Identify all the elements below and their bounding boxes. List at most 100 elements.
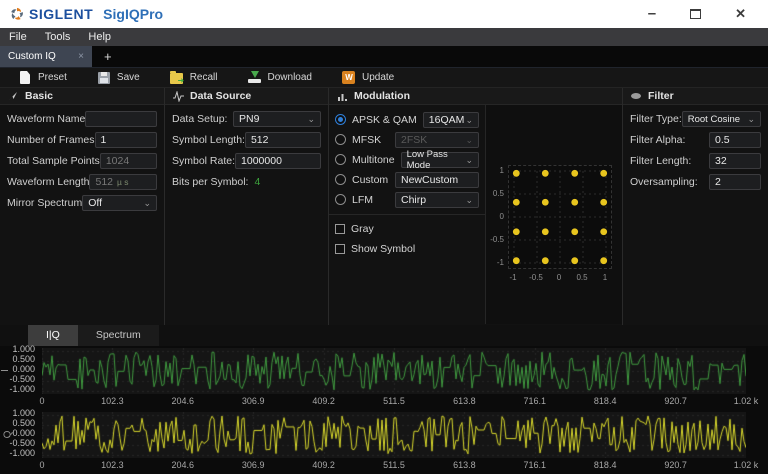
y-tick-label: 0.000 — [0, 364, 35, 374]
x-tick-label: 613.8 — [439, 396, 489, 406]
lfm-radio[interactable] — [335, 194, 346, 205]
y-tick-label: 1 — [488, 166, 504, 175]
document-icon — [18, 71, 32, 85]
constellation-axes — [508, 165, 612, 269]
menu-tools[interactable]: Tools — [36, 31, 80, 43]
y-tick-label: 0.500 — [0, 418, 35, 428]
x-tick-label: 613.8 — [439, 460, 489, 470]
chevron-down-icon: ⌄ — [747, 115, 755, 123]
y-tick-label: 0.500 — [0, 354, 35, 364]
waveform-name-input[interactable] — [85, 111, 157, 127]
mfsk-radio[interactable] — [335, 134, 346, 145]
save-button[interactable]: Save — [97, 71, 140, 85]
y-tick-label: 0.000 — [0, 428, 35, 438]
x-tick-label: 102.3 — [87, 460, 137, 470]
number-of-frames-input[interactable]: 1 — [95, 132, 157, 148]
custom-radio[interactable] — [335, 174, 346, 185]
add-tab-button[interactable]: + — [92, 46, 124, 67]
x-tick-label: 0 — [17, 460, 67, 470]
filter-length-input[interactable]: 32 — [709, 153, 761, 169]
apsk-qam-dropdown[interactable]: 16QAM ⌄ — [423, 112, 479, 128]
brand-name: SIGLENT — [29, 6, 93, 22]
x-tick-label: 409.2 — [299, 396, 349, 406]
floppy-disk-icon — [97, 71, 111, 85]
custom-name-input[interactable]: NewCustom — [395, 172, 479, 188]
chevron-down-icon: ⌄ — [143, 199, 151, 207]
data-setup-dropdown[interactable]: PN9 ⌄ — [233, 111, 321, 127]
lfm-dropdown[interactable]: Chirp ⌄ — [395, 192, 479, 208]
y-tick-label: -0.5 — [488, 235, 504, 244]
maximize-button[interactable] — [690, 9, 701, 19]
constellation-dot — [542, 170, 549, 177]
multitone-dropdown[interactable]: Low Pass Mode ⌄ — [401, 152, 479, 168]
constellation-dot — [513, 199, 520, 206]
multitone-radio[interactable] — [335, 154, 346, 165]
minimize-button[interactable]: – — [648, 9, 656, 19]
constellation-dot — [571, 257, 578, 264]
preset-button[interactable]: Preset — [18, 71, 67, 85]
constellation-dot — [571, 199, 578, 206]
constellation-dot — [542, 228, 549, 235]
title-bar: SIGLENT SigIQPro – ✕ — [0, 0, 768, 28]
constellation-dot — [600, 228, 607, 235]
menu-help[interactable]: Help — [79, 31, 120, 43]
constellation-dot — [513, 170, 520, 177]
number-of-frames-row: Number of Frames 1 — [0, 131, 164, 149]
filter-type-row: Filter Type: Root Cosine ⌄ — [623, 110, 768, 128]
update-icon: W — [342, 71, 356, 85]
basic-panel: Basic Waveform Name Number of Frames 1 T… — [0, 88, 165, 325]
mirror-spectrum-dropdown[interactable]: Off ⌄ — [82, 195, 157, 211]
symbol-length-input[interactable]: 512 — [245, 132, 321, 148]
i-waveform-plot: I 1.0000.5000.000-0.500-1.000 0102.3204.… — [0, 347, 768, 410]
symbol-rate-row: Symbol Rate: 1000000 — [165, 152, 328, 170]
filter-length-row: Filter Length: 32 — [623, 152, 768, 170]
x-tick-label: 1.02 k — [721, 396, 768, 406]
close-button[interactable]: ✕ — [735, 6, 746, 22]
menu-file[interactable]: File — [0, 31, 36, 43]
toolbar: Preset Save Recall Download W Update — [0, 68, 768, 88]
oversampling-input[interactable]: 2 — [709, 174, 761, 190]
mfsk-dropdown: 2FSK ⌄ — [395, 132, 479, 148]
filter-alpha-input[interactable]: 0.5 — [709, 132, 761, 148]
x-tick-label: 204.6 — [158, 396, 208, 406]
q-x-axis: 0102.3204.6306.9409.2511.5613.8716.1818.… — [0, 459, 768, 472]
bar-chart-icon — [336, 90, 348, 102]
panel-title: Data Source — [190, 90, 251, 102]
filter-panel-header: Filter — [623, 88, 768, 105]
constellation-dot — [513, 228, 520, 235]
y-tick-label: -0.500 — [0, 374, 35, 384]
tab-close-icon[interactable]: × — [78, 51, 84, 62]
x-tick-label: 716.1 — [510, 396, 560, 406]
i-waveform-canvas — [42, 348, 746, 394]
data-source-panel: Data Source Data Setup: PN9 ⌄ Symbol Len… — [165, 88, 329, 325]
x-tick-label: 409.2 — [299, 460, 349, 470]
folder-icon — [170, 71, 184, 85]
symbol-rate-input[interactable]: 1000000 — [235, 153, 321, 169]
microseconds-unit: µ s — [117, 177, 129, 187]
settings-panels: Basic Waveform Name Number of Frames 1 T… — [0, 88, 768, 325]
siglent-logo-icon — [10, 7, 24, 21]
bits-per-symbol-value: 4 — [248, 176, 321, 188]
show-symbol-checkbox[interactable] — [335, 244, 345, 254]
y-tick-label: 1.000 — [0, 408, 35, 418]
panel-title: Modulation — [354, 90, 410, 102]
gray-checkbox[interactable] — [335, 224, 345, 234]
divider — [329, 214, 485, 215]
modulation-panel-header: Modulation — [329, 88, 622, 105]
chevron-down-icon: ⌄ — [465, 156, 473, 164]
tab-custom-iq[interactable]: Custom IQ × — [0, 46, 92, 67]
bits-per-symbol-row: Bits per Symbol: 4 — [165, 173, 328, 191]
constellation-plot: 10.50-0.5-1 -1-0.500.51 — [486, 105, 622, 324]
tab-spectrum[interactable]: Spectrum — [78, 325, 159, 346]
x-tick-label: 920.7 — [651, 460, 701, 470]
x-tick-label: 511.5 — [369, 396, 419, 406]
update-button[interactable]: W Update — [342, 71, 394, 85]
filter-type-dropdown[interactable]: Root Cosine ⌄ — [682, 111, 761, 127]
download-button[interactable]: Download — [248, 71, 312, 85]
recall-button[interactable]: Recall — [170, 71, 218, 85]
apsk-qam-radio[interactable] — [335, 114, 346, 125]
tab-iq[interactable]: I|Q — [28, 325, 78, 346]
ellipse-icon — [630, 90, 642, 102]
x-tick-label: 102.3 — [87, 396, 137, 406]
app-window: SIGLENT SigIQPro – ✕ File Tools Help Cus… — [0, 0, 768, 474]
